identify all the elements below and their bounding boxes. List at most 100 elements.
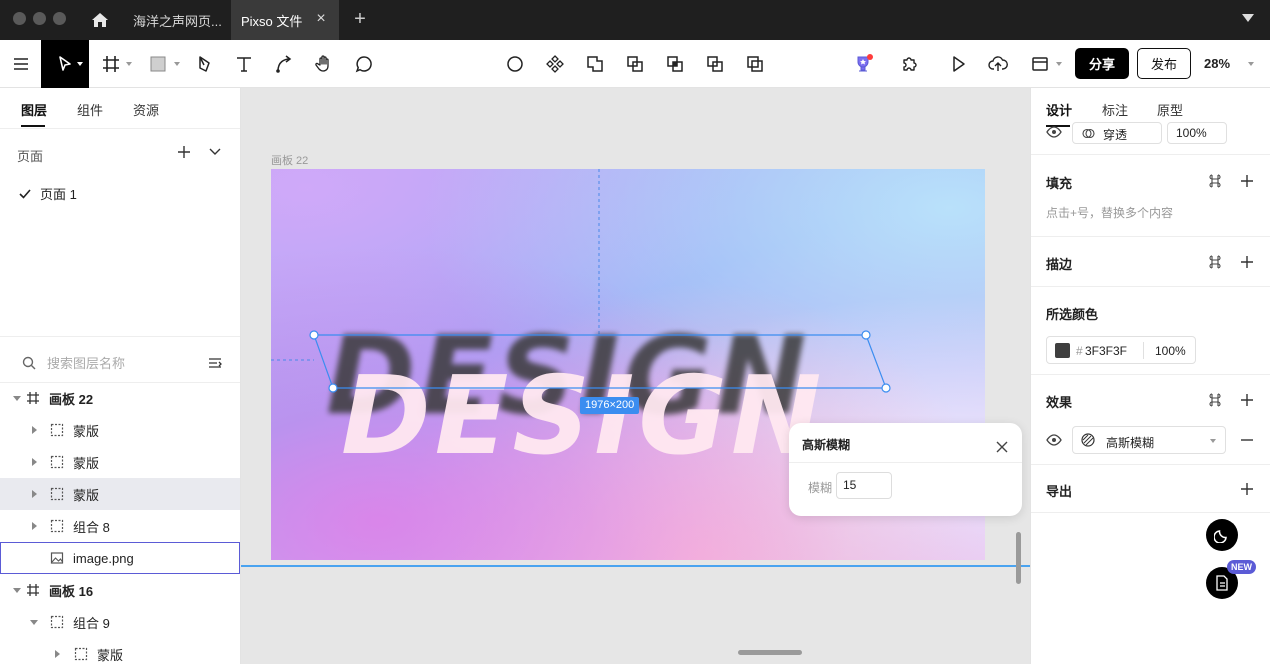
zoom-level[interactable]: 28%: [1204, 56, 1230, 71]
publish-button[interactable]: 发布: [1137, 48, 1191, 79]
blur-amount-input[interactable]: 15: [836, 472, 892, 499]
tab-haiyang[interactable]: 海洋之声网页...: [123, 0, 227, 40]
expand-chevron-icon[interactable]: [32, 522, 37, 530]
expand-chevron-icon[interactable]: [32, 490, 37, 498]
layer-row-group-9[interactable]: 组合 9: [0, 606, 240, 638]
window-menu-chevron-icon[interactable]: [1242, 14, 1254, 22]
layer-row-mask[interactable]: 蒙版: [0, 638, 240, 664]
horizontal-guide-line[interactable]: [241, 565, 1030, 567]
main-menu-button[interactable]: [5, 40, 37, 88]
upload-button[interactable]: [982, 40, 1014, 88]
eye-icon[interactable]: [1046, 126, 1062, 138]
cloud-upload-icon: [988, 56, 1008, 71]
hand-tool-button[interactable]: [308, 40, 340, 88]
intersect-tool-button[interactable]: [659, 40, 691, 88]
expand-chevron-icon[interactable]: [32, 458, 37, 466]
zoom-chevron-down-icon[interactable]: [1248, 62, 1254, 66]
horizontal-scrollbar[interactable]: [738, 650, 802, 655]
trophy-icon: [857, 54, 873, 72]
layer-name: 蒙版: [73, 455, 100, 471]
plugins-button[interactable]: [894, 40, 926, 88]
home-button[interactable]: [84, 6, 116, 34]
layer-row-image[interactable]: image.png: [0, 542, 240, 574]
move-tool-button[interactable]: [41, 40, 89, 88]
tab-components[interactable]: 组件: [77, 100, 103, 119]
expand-chevron-icon[interactable]: [55, 650, 60, 658]
style-grid-icon[interactable]: [1208, 174, 1222, 188]
chevron-down-icon[interactable]: [1056, 62, 1062, 66]
blend-mode-select[interactable]: 穿透: [1072, 122, 1162, 144]
new-tab-icon[interactable]: +: [350, 8, 370, 30]
component-tool-button[interactable]: [539, 40, 571, 88]
layers-panel: 图层 组件 资源 页面 页面 1 搜索图层名称 画板 22 蒙版 蒙版 蒙版 组…: [0, 88, 241, 664]
add-effect-plus-icon[interactable]: [1240, 393, 1254, 407]
design-canvas[interactable]: 画板 22 DESIGN DESIGN 1976×200: [241, 88, 1030, 664]
collapse-pages-chevron-icon[interactable]: [208, 146, 222, 158]
expand-chevron-icon[interactable]: [13, 396, 21, 401]
vertical-scrollbar[interactable]: [1016, 532, 1021, 584]
chevron-down-icon[interactable]: [174, 62, 180, 66]
effect-type-value: 高斯模糊: [1106, 436, 1155, 450]
style-grid-icon[interactable]: [1208, 255, 1222, 269]
layer-row-frame-16[interactable]: 画板 16: [0, 574, 240, 606]
tab-design[interactable]: 设计: [1046, 100, 1072, 119]
rectangle-tool-button[interactable]: [142, 40, 174, 88]
union-tool-button[interactable]: [579, 40, 611, 88]
frame-hash-icon: [27, 584, 39, 596]
layer-name: 画板 16: [49, 583, 94, 599]
hex-value[interactable]: 3F3F3F: [1085, 344, 1127, 358]
component-diamond-icon: [546, 55, 564, 73]
text-tool-button[interactable]: [228, 40, 260, 88]
ellipse-tool-button[interactable]: [499, 40, 531, 88]
blend-mode-icon: [1082, 128, 1095, 139]
eye-icon[interactable]: [1046, 434, 1062, 446]
pen-tool-button[interactable]: [189, 40, 221, 88]
flatten-tool-button[interactable]: [739, 40, 771, 88]
subtract-tool-button[interactable]: [619, 40, 651, 88]
layer-row-mask[interactable]: 蒙版: [0, 446, 240, 478]
layer-row-mask[interactable]: 蒙版: [0, 414, 240, 446]
chevron-down-icon: [1210, 439, 1216, 443]
filter-list-icon[interactable]: [208, 356, 222, 370]
achievement-button[interactable]: [847, 40, 879, 88]
frame-label[interactable]: 画板 22: [271, 152, 308, 168]
search-input[interactable]: 搜索图层名称: [47, 353, 125, 372]
add-stroke-plus-icon[interactable]: [1240, 255, 1254, 269]
share-button[interactable]: 分享: [1075, 48, 1129, 79]
color-swatch[interactable]: [1055, 343, 1070, 358]
remove-effect-minus-icon[interactable]: [1240, 433, 1254, 447]
effect-type-select[interactable]: 高斯模糊: [1072, 426, 1226, 454]
add-export-plus-icon[interactable]: [1240, 482, 1254, 496]
layer-opacity-input[interactable]: 100%: [1167, 122, 1227, 144]
expand-chevron-icon[interactable]: [30, 620, 38, 625]
layout-toggle-button[interactable]: [1024, 40, 1056, 88]
maximize-window-button[interactable]: [53, 12, 66, 25]
connector-tool-button[interactable]: [268, 40, 300, 88]
tab-prototype[interactable]: 原型: [1157, 100, 1183, 119]
comment-tool-button[interactable]: [348, 40, 380, 88]
add-fill-plus-icon[interactable]: [1240, 174, 1254, 188]
close-window-button[interactable]: [13, 12, 26, 25]
exclude-tool-button[interactable]: [699, 40, 731, 88]
expand-chevron-icon[interactable]: [32, 426, 37, 434]
close-icon[interactable]: [995, 440, 1009, 454]
tab-assets[interactable]: 资源: [133, 100, 159, 119]
selected-color-field[interactable]: # 3F3F3F 100%: [1046, 336, 1196, 364]
layer-row-frame-22[interactable]: 画板 22: [0, 382, 240, 414]
tab-layers[interactable]: 图层: [21, 100, 47, 119]
chevron-down-icon[interactable]: [126, 62, 132, 66]
page-item[interactable]: 页面 1: [18, 184, 77, 203]
minimize-window-button[interactable]: [33, 12, 46, 25]
add-page-plus-icon[interactable]: [177, 145, 191, 159]
tab-annotate[interactable]: 标注: [1102, 100, 1128, 119]
layer-search[interactable]: 搜索图层名称: [0, 346, 240, 382]
layer-row-mask-selected[interactable]: 蒙版: [0, 478, 240, 510]
dark-mode-button[interactable]: [1206, 519, 1238, 551]
frame-tool-button[interactable]: [95, 40, 127, 88]
tab-close-icon[interactable]: ×: [314, 11, 328, 27]
present-button[interactable]: [942, 40, 974, 88]
color-opacity-value[interactable]: 100%: [1155, 344, 1186, 358]
expand-chevron-icon[interactable]: [13, 588, 21, 593]
style-grid-icon[interactable]: [1208, 393, 1222, 407]
layer-row-group-8[interactable]: 组合 8: [0, 510, 240, 542]
